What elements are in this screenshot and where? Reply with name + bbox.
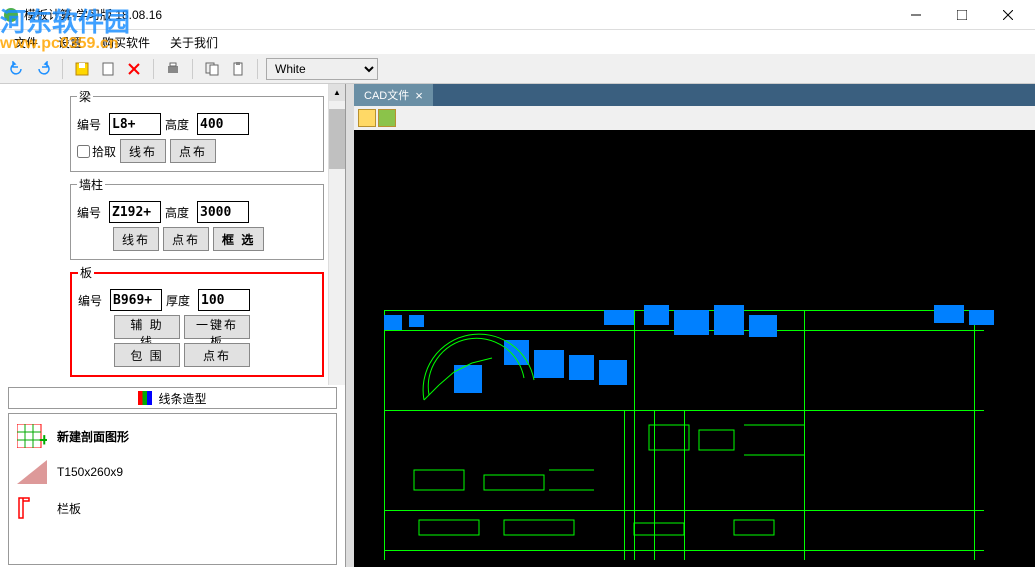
print-button[interactable]	[162, 58, 184, 80]
svg-text:+: +	[39, 430, 47, 448]
section-header-label: 线条造型	[158, 390, 206, 407]
beam-height-label: 高度	[165, 116, 193, 133]
menu-settings[interactable]: 设置	[48, 32, 92, 53]
list-item[interactable]: + 新建剖面图形	[13, 418, 332, 454]
tab-close-icon[interactable]: ×	[415, 88, 423, 103]
grid-icon	[138, 391, 152, 405]
window-title: 模板计算-学习版 18.08.16	[24, 6, 893, 23]
cad-tab-label: CAD文件	[364, 87, 409, 103]
app-icon	[4, 8, 18, 22]
maximize-button[interactable]	[939, 0, 985, 30]
slab-onekey-button[interactable]: 一键布板	[184, 315, 250, 339]
cad-tab[interactable]: CAD文件 ×	[354, 84, 433, 106]
menu-about[interactable]: 关于我们	[160, 32, 228, 53]
wall-id-label: 编号	[77, 204, 105, 221]
list-item-label: T150x260x9	[57, 465, 123, 479]
color-select[interactable]: White	[266, 58, 378, 80]
splitter[interactable]	[346, 84, 354, 567]
beam-id-label: 编号	[77, 116, 105, 133]
wall-box-button[interactable]: 框 选	[213, 227, 264, 251]
undo-button[interactable]	[6, 58, 28, 80]
menu-file[interactable]: 文件	[4, 32, 48, 53]
wall-height-input[interactable]	[197, 201, 249, 223]
wall-point-button[interactable]: 点布	[163, 227, 209, 251]
slab-enclose-button[interactable]: 包 围	[114, 343, 180, 367]
stairs-icon	[17, 460, 47, 484]
beam-pick-checkbox[interactable]: 拾取	[77, 143, 116, 160]
list-item-label: 栏板	[57, 500, 81, 517]
slab-point-button[interactable]: 点布	[184, 343, 250, 367]
slab-thick-input[interactable]	[198, 289, 250, 311]
section-header: 线条造型	[8, 387, 337, 409]
beam-legend: 梁	[77, 88, 93, 105]
slab-thick-label: 厚度	[166, 292, 194, 309]
toolbar: White	[0, 54, 1035, 84]
cad-tool-1[interactable]	[358, 109, 376, 127]
cad-toolbar	[354, 106, 1035, 130]
cad-tabs: CAD文件 ×	[354, 84, 1035, 106]
scroll-thumb[interactable]	[329, 109, 345, 169]
wall-legend: 墙柱	[77, 176, 105, 193]
menu-buy[interactable]: 购买软件	[92, 32, 160, 53]
new-button[interactable]	[97, 58, 119, 80]
list-item[interactable]: T150x260x9	[13, 454, 332, 490]
titlebar: 模板计算-学习版 18.08.16	[0, 0, 1035, 30]
slab-id-input[interactable]	[110, 289, 162, 311]
plate-icon	[17, 496, 47, 520]
wall-line-button[interactable]: 线布	[113, 227, 159, 251]
wall-height-label: 高度	[165, 204, 193, 221]
minimize-button[interactable]	[893, 0, 939, 30]
cad-tool-2[interactable]	[378, 109, 396, 127]
slab-id-label: 编号	[78, 292, 106, 309]
wall-id-input[interactable]	[109, 201, 161, 223]
menubar: 文件 设置 购买软件 关于我们	[0, 30, 1035, 54]
slab-fieldset: 板 编号 厚度 辅 助 线 一键布板	[70, 264, 324, 377]
paste-button[interactable]	[227, 58, 249, 80]
slab-aux-button[interactable]: 辅 助 线	[114, 315, 180, 339]
new-section-icon: +	[17, 424, 47, 448]
list-item[interactable]: 栏板	[13, 490, 332, 526]
cad-pane: CAD文件 ×	[354, 84, 1035, 567]
redo-button[interactable]	[32, 58, 54, 80]
save-button[interactable]	[71, 58, 93, 80]
copy-button[interactable]	[201, 58, 223, 80]
slab-legend: 板	[78, 264, 94, 281]
list-item-label: 新建剖面图形	[57, 428, 129, 445]
left-panel: 梁 编号 高度 拾取 线布 点布	[0, 84, 346, 567]
beam-line-button[interactable]: 线布	[120, 139, 166, 163]
delete-button[interactable]	[123, 58, 145, 80]
shape-list: + 新建剖面图形 T150x260x9 栏板	[8, 413, 337, 565]
beam-height-input[interactable]	[197, 113, 249, 135]
scroll-up-icon[interactable]: ▲	[329, 84, 345, 101]
left-scrollbar[interactable]: ▲	[328, 84, 345, 385]
beam-id-input[interactable]	[109, 113, 161, 135]
wall-fieldset: 墙柱 编号 高度 线布 点布 框 选	[70, 176, 324, 260]
beam-point-button[interactable]: 点布	[170, 139, 216, 163]
cad-viewport[interactable]	[354, 130, 1035, 567]
beam-fieldset: 梁 编号 高度 拾取 线布 点布	[70, 88, 324, 172]
close-button[interactable]	[985, 0, 1031, 30]
